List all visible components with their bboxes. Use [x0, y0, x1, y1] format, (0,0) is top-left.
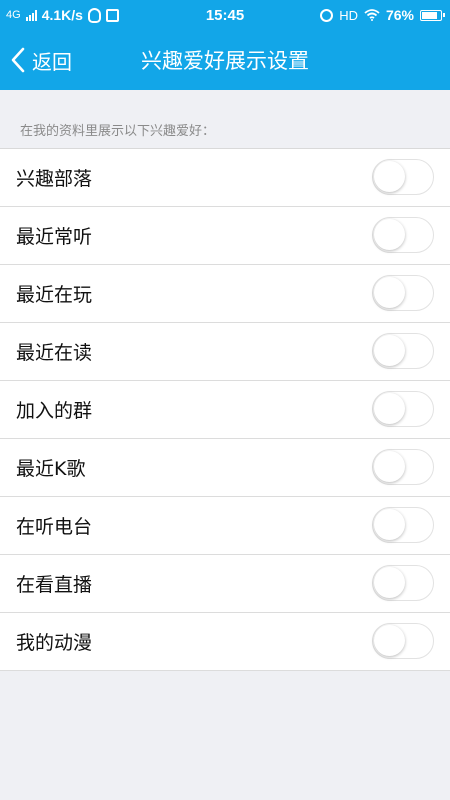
toggle-switch[interactable] [372, 333, 434, 369]
status-right: HD 76% [320, 0, 445, 30]
item-label: 最近在玩 [16, 284, 93, 306]
battery-percent: 76% [385, 7, 414, 23]
toggle-switch[interactable] [372, 275, 434, 311]
list-item: 兴趣部落 [0, 149, 450, 207]
toggle-switch[interactable] [372, 391, 434, 427]
nav-bar: 返回 兴趣爱好展示设置 [0, 30, 450, 90]
toggle-knob [374, 509, 405, 540]
toggle-switch[interactable] [372, 449, 434, 485]
item-label: 我的动漫 [16, 632, 93, 654]
list-item: 最近K歌 [0, 439, 450, 497]
status-bar: 4G 4.1K/s 15:45 HD 76% [0, 0, 450, 30]
toggle-knob [374, 277, 405, 308]
toggle-knob [374, 335, 405, 366]
toggle-knob [374, 451, 405, 482]
battery-icon [420, 9, 445, 21]
item-label: 兴趣部落 [16, 168, 93, 190]
item-label: 最近K歌 [16, 458, 86, 480]
item-label: 最近常听 [16, 226, 93, 248]
toggle-knob [374, 161, 405, 192]
toggle-switch[interactable] [372, 159, 434, 195]
section-header-text: 在我的资料里展示以下兴趣爱好： [20, 124, 216, 139]
section-header: 在我的资料里展示以下兴趣爱好： [0, 90, 450, 148]
toggle-knob [374, 567, 405, 598]
list-item: 我的动漫 [0, 613, 450, 671]
settings-list: 兴趣部落 最近常听 最近在玩 最近在读 加入的群 最近K歌 在听电台 在看直播 … [0, 148, 450, 671]
list-item: 在听电台 [0, 497, 450, 555]
toggle-switch[interactable] [372, 507, 434, 543]
toggle-knob [374, 625, 405, 656]
wifi-icon [364, 9, 380, 21]
hd-label: HD [339, 7, 358, 23]
toggle-switch[interactable] [372, 217, 434, 253]
toggle-knob [374, 393, 405, 424]
toggle-switch[interactable] [372, 623, 434, 659]
back-label: 返回 [32, 49, 72, 74]
list-item: 最近在玩 [0, 265, 450, 323]
toggle-switch[interactable] [372, 565, 434, 601]
item-label: 在听电台 [16, 516, 93, 538]
back-button[interactable]: 返回 [8, 30, 72, 90]
list-item: 在看直播 [0, 555, 450, 613]
item-label: 加入的群 [16, 400, 93, 422]
list-item: 加入的群 [0, 381, 450, 439]
list-item: 最近在读 [0, 323, 450, 381]
chevron-left-icon [11, 47, 25, 73]
alarm-icon [320, 8, 334, 22]
list-item: 最近常听 [0, 207, 450, 265]
item-label: 最近在读 [16, 342, 93, 364]
item-label: 在看直播 [16, 574, 93, 596]
toggle-knob [374, 219, 405, 250]
